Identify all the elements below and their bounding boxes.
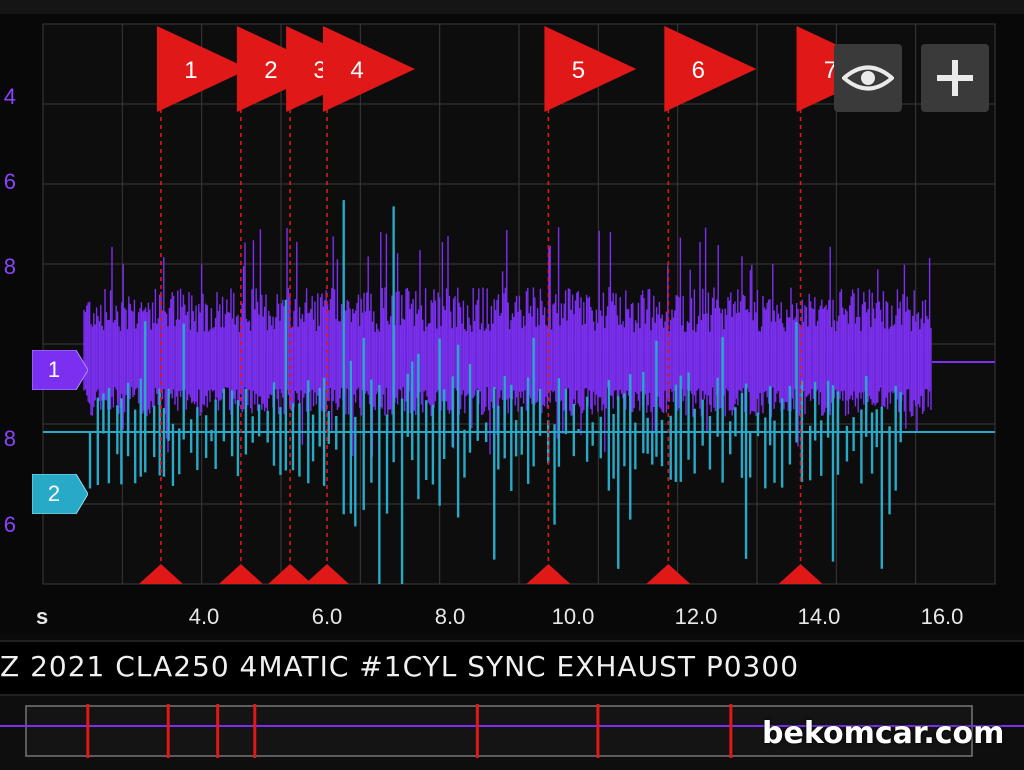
x-tick-label: 14.0 [797, 604, 841, 629]
marker-label: 1 [184, 57, 197, 84]
marker-label: 5 [572, 57, 585, 84]
channel-2-label: 2 [47, 481, 61, 506]
channel-1-label: 1 [47, 357, 61, 382]
channel-2-handle[interactable]: 2 [32, 474, 88, 514]
marker-label: 6 [692, 57, 705, 84]
eye-icon [842, 65, 894, 91]
y-tick-label: 4 [3, 84, 16, 109]
view-toggle-button[interactable] [834, 44, 902, 112]
x-tick-label: 12.0 [674, 604, 718, 629]
y-tick-label: 6 [3, 512, 16, 537]
channel-1-handle[interactable]: 1 [32, 350, 88, 390]
recording-title: Z 2021 CLA250 4MATIC #1CYL SYNC EXHAUST … [0, 650, 800, 683]
x-tick-label: 8.0 [434, 604, 466, 629]
y-tick-label: 8 [3, 426, 16, 451]
y-tick-label: 8 [3, 254, 16, 279]
marker-label: 2 [264, 57, 277, 84]
waveform-plot[interactable]: 1234567 4 6 8 8 6 s 4.0 6.0 8.0 10.0 12.… [0, 14, 1024, 634]
y-tick-label: 6 [3, 169, 16, 194]
x-tick-label: 10.0 [551, 604, 595, 629]
plus-icon [937, 60, 973, 96]
watermark: bekomcar.com [762, 716, 1005, 751]
marker-label: 4 [350, 57, 363, 84]
x-axis-unit: s [36, 604, 49, 629]
x-tick-label: 16.0 [920, 604, 964, 629]
x-tick-label: 6.0 [311, 604, 343, 629]
recording-title-bar: Z 2021 CLA250 4MATIC #1CYL SYNC EXHAUST … [0, 640, 1024, 696]
add-button[interactable] [921, 44, 989, 112]
x-tick-label: 4.0 [188, 604, 220, 629]
top-status-strip [0, 0, 1024, 15]
